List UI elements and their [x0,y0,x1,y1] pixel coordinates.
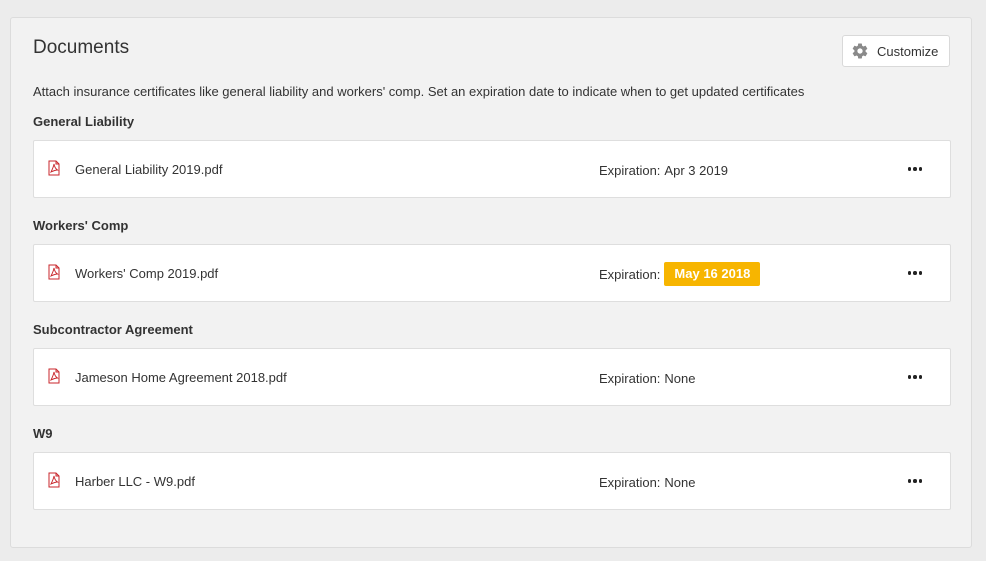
more-options-button[interactable] [902,158,928,180]
page-title: Documents [33,37,130,58]
expiration-label: Expiration: [599,162,661,178]
section-title: W9 [33,426,53,441]
section-workers-comp: Workers' Comp Workers' Comp 2019.pdf Exp… [33,216,951,302]
more-options-button[interactable] [902,470,928,492]
customize-button[interactable]: Customize [842,35,950,67]
customize-label: Customize [877,43,939,59]
expiration: Expiration: May 16 2018 [599,262,761,286]
expiration: Expiration: Apr 3 2019 [599,158,728,182]
expiration-date: None [664,370,696,386]
more-dot [913,375,917,379]
expiration-label: Expiration: [599,266,661,282]
more-dot [913,479,917,483]
more-dot [913,271,917,275]
more-dot [918,479,923,483]
pdf-icon [46,264,62,280]
expiration-label: Expiration: [599,474,661,490]
section-subcontractor-agreement: Subcontractor Agreement Jameson Home Agr… [33,320,951,406]
more-dot [907,167,912,171]
expiration-date-badge: May 16 2018 [664,262,761,286]
pdf-icon [46,160,62,176]
pdf-icon [46,368,62,384]
more-dot [907,271,912,275]
expiration-date: Apr 3 2019 [664,162,729,178]
more-dot [913,167,917,171]
more-options-button[interactable] [902,262,928,284]
section-title: General Liability [33,114,135,129]
more-dot [918,271,923,275]
more-dot [918,375,923,379]
file-name-link[interactable]: General Liability 2019.pdf [75,162,222,177]
document-card: Workers' Comp 2019.pdf Expiration: May 1… [33,244,951,302]
more-options-button[interactable] [902,366,928,388]
document-card: General Liability 2019.pdf Expiration: A… [33,140,951,198]
more-dot [907,479,912,483]
section-title: Workers' Comp [33,218,129,233]
pdf-icon [46,472,62,488]
page-description: Attach insurance certificates like gener… [33,84,805,99]
section-general-liability: General Liability General Liability 2019… [33,112,951,198]
gear-icon [851,42,869,60]
more-dot [918,167,923,171]
expiration: Expiration: None [599,366,696,390]
section-w9: W9 Harber LLC - W9.pdf Expiration: None [33,424,951,510]
expiration: Expiration: None [599,470,696,494]
more-dot [907,375,912,379]
file-name-link[interactable]: Jameson Home Agreement 2018.pdf [75,370,287,385]
documents-panel: Documents Customize Attach insurance cer… [10,17,972,548]
document-card: Harber LLC - W9.pdf Expiration: None [33,452,951,510]
expiration-date: None [664,474,696,490]
section-title: Subcontractor Agreement [33,322,193,337]
file-name-link[interactable]: Workers' Comp 2019.pdf [75,266,218,281]
file-name-link[interactable]: Harber LLC - W9.pdf [75,474,195,489]
expiration-label: Expiration: [599,370,661,386]
document-card: Jameson Home Agreement 2018.pdf Expirati… [33,348,951,406]
